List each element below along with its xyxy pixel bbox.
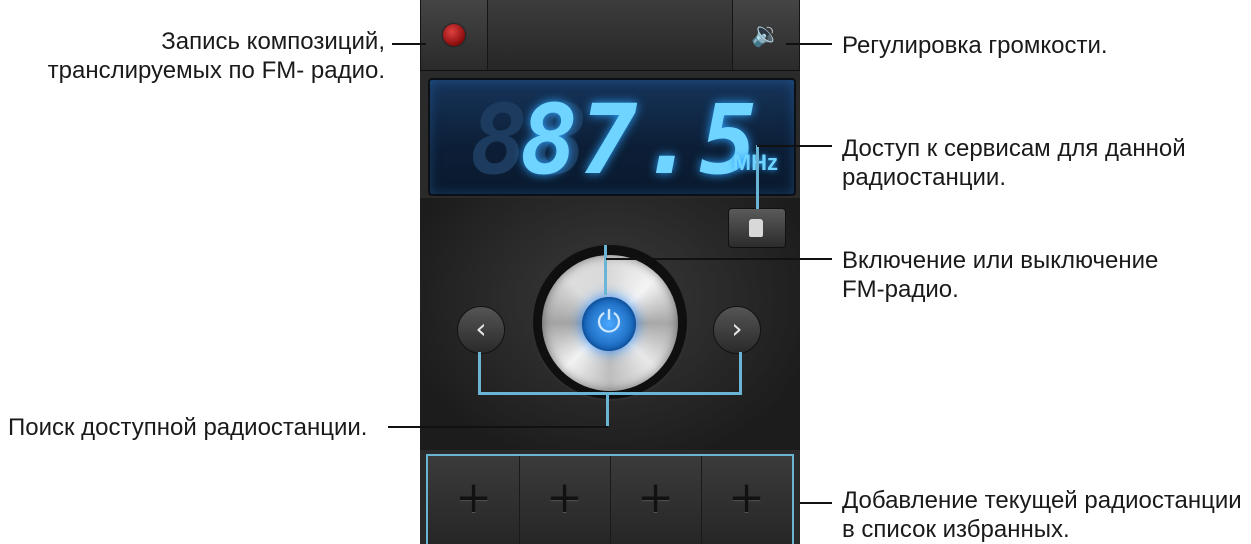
search-callout: Поиск доступной радиостанции. — [8, 414, 368, 441]
frequency-value: 87.5 — [520, 84, 760, 196]
highlight-line — [606, 394, 609, 426]
power-icon: ⏻ — [597, 305, 621, 340]
leader-line — [757, 145, 832, 147]
highlight-line — [739, 352, 742, 394]
leader-line — [388, 426, 608, 428]
favorite-slot-3[interactable]: + — [610, 456, 702, 544]
highlight-line — [604, 245, 607, 295]
highlight-line — [478, 392, 742, 395]
leader-line — [786, 43, 832, 45]
favorites-bar: + + + + — [426, 454, 794, 544]
callout-line: Запись композиций, — [161, 28, 385, 55]
highlight-line — [478, 352, 481, 394]
fm-radio-screen: 🔉 88 87.5 MHz ⏻ ‹ › + + + + — [420, 0, 800, 544]
station-services-button[interactable] — [728, 208, 786, 248]
callout-line: FM-радио. — [842, 276, 959, 303]
leader-line — [606, 258, 832, 260]
callout-line: Добавление текущей радиостанции — [842, 487, 1242, 514]
callout-line: транслируемых по FM- радио. — [47, 57, 385, 84]
search-next-button[interactable]: › — [713, 306, 761, 354]
favorites-callout: Добавление текущей радиостанции в список… — [842, 486, 1242, 544]
record-button[interactable] — [420, 0, 488, 70]
favorite-slot-1[interactable]: + — [428, 456, 520, 544]
favorite-slot-2[interactable]: + — [519, 456, 611, 544]
leader-line — [800, 502, 832, 504]
callout-line: в список избранных. — [842, 516, 1070, 543]
record-icon — [443, 24, 465, 46]
power-button[interactable]: ⏻ — [582, 297, 636, 351]
tag-icon — [749, 219, 763, 237]
speaker-icon: 🔉 — [751, 20, 781, 48]
search-previous-button[interactable]: ‹ — [457, 306, 505, 354]
callout-line: Включение или выключение — [842, 247, 1159, 274]
volume-button[interactable]: 🔉 — [732, 0, 800, 70]
callout-line: радиостанции. — [842, 164, 1007, 191]
leader-line — [392, 43, 426, 45]
volume-callout: Регулировка громкости. — [842, 32, 1108, 59]
highlight-line — [756, 145, 759, 209]
top-bar: 🔉 — [420, 0, 800, 71]
services-callout: Доступ к сервисам для данной радиостанци… — [842, 134, 1186, 192]
callout-line: Доступ к сервисам для данной — [842, 135, 1186, 162]
power-callout: Включение или выключение FM-радио. — [842, 246, 1158, 304]
favorite-slot-4[interactable]: + — [701, 456, 792, 544]
record-callout: Запись композиций, транслируемых по FM- … — [48, 27, 385, 85]
frequency-display: 88 87.5 MHz — [428, 78, 796, 196]
